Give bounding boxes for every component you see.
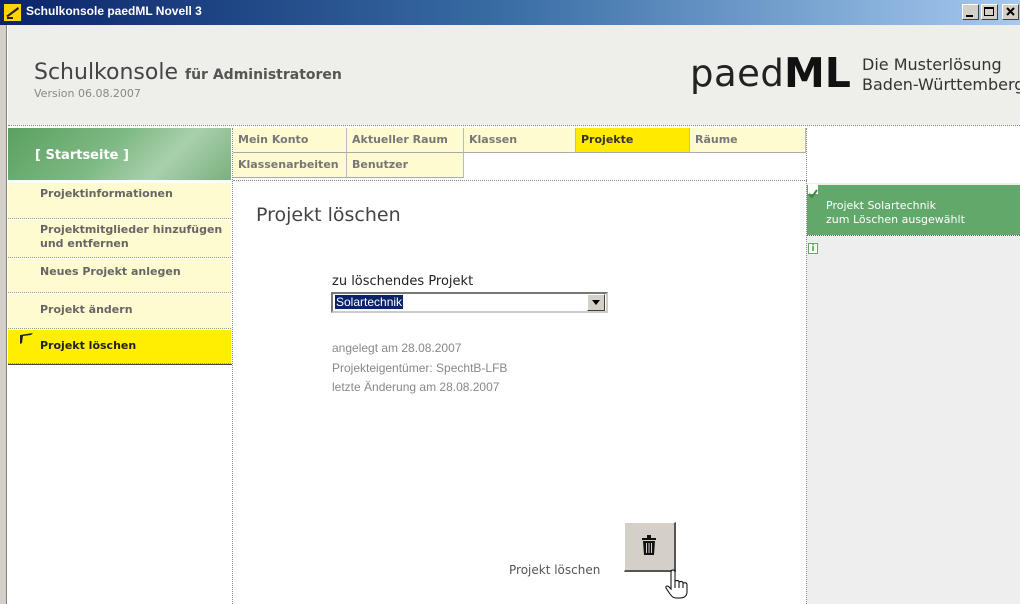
logo-ml: ML — [784, 49, 851, 97]
sidebar-item-projektinformationen[interactable]: Projektinformationen — [8, 183, 231, 219]
info-created: angelegt am 28.08.2007 — [332, 341, 462, 355]
tab-projekte[interactable]: Projekte — [576, 128, 690, 153]
trash-icon — [642, 535, 656, 555]
maximize-button[interactable] — [981, 4, 998, 20]
header-divider — [8, 125, 1020, 126]
version-text: Version 06.08.2007 — [34, 87, 141, 100]
start-page-label[interactable]: [ Startseite ] — [35, 148, 129, 163]
app-name-sub: für Administratoren — [185, 67, 342, 83]
window-frame-left — [0, 25, 7, 604]
tab-mein-konto[interactable]: Mein Konto — [233, 128, 347, 153]
close-icon — [1006, 7, 1015, 16]
info-icon[interactable]: i — [808, 243, 818, 254]
nav-divider — [233, 180, 807, 181]
hand-cursor-icon — [665, 569, 688, 599]
notice-line-2: zum Löschen ausgewählt — [826, 213, 965, 226]
tab-klassenarbeiten[interactable]: Klassenarbeiten — [233, 153, 347, 178]
notice-divider — [807, 235, 1020, 236]
logo-paed: paed — [690, 52, 785, 95]
notice-line-1: Projekt Solartechnik — [826, 199, 936, 212]
sidebar-item-projekt-loeschen[interactable]: Projekt löschen — [8, 330, 231, 364]
project-select-label: zu löschendes Projekt — [332, 274, 474, 289]
minimize-icon — [966, 15, 973, 17]
info-owner: Projekteigentümer: SpechtB-LFB — [332, 361, 508, 375]
maximize-icon — [984, 7, 994, 16]
logo-tagline-2: Baden-Württemberg — [862, 75, 1020, 94]
check-mark — [808, 189, 818, 199]
tab-benutzer[interactable]: Benutzer — [347, 153, 464, 178]
right-panel — [807, 183, 1020, 604]
tab-aktueller-raum[interactable]: Aktueller Raum — [347, 128, 464, 153]
info-modified: letzte Änderung am 28.08.2007 — [332, 380, 500, 394]
check-icon — [808, 184, 818, 199]
close-button[interactable] — [1002, 4, 1019, 20]
tab-klassen[interactable]: Klassen — [464, 128, 576, 153]
minimize-button[interactable] — [962, 4, 979, 20]
page-title: Projekt löschen — [256, 204, 401, 226]
chevron-down-icon — [592, 300, 600, 305]
sidebar-bottom-line — [8, 364, 232, 365]
delete-project-label: Projekt löschen — [509, 563, 601, 577]
sidebar-item-projekt-aendern[interactable]: Projekt ändern — [8, 294, 231, 329]
window-title: Schulkonsole paedML Novell 3 — [26, 4, 202, 18]
edit-pencil-icon — [20, 333, 33, 344]
sidebar-border — [232, 128, 233, 604]
sidebar-item-neues-projekt[interactable]: Neues Projekt anlegen — [8, 259, 231, 293]
app-icon — [4, 4, 21, 21]
logo-tagline-1: Die Musterlösung — [862, 55, 1002, 74]
delete-project-button[interactable] — [624, 522, 676, 572]
app-name: Schulkonsole für Administratoren — [34, 60, 342, 85]
select-dropdown-button[interactable] — [587, 294, 605, 311]
app-name-main: Schulkonsole — [34, 60, 178, 85]
tab-raeume[interactable]: Räume — [690, 128, 806, 153]
notice-text: Projekt Solartechnik zum Löschen ausgewä… — [826, 199, 965, 227]
sidebar-item-projektmitglieder[interactable]: Projektmitglieder hinzufügen und entfern… — [8, 220, 231, 258]
project-select-value[interactable]: Solartechnik — [335, 295, 404, 309]
